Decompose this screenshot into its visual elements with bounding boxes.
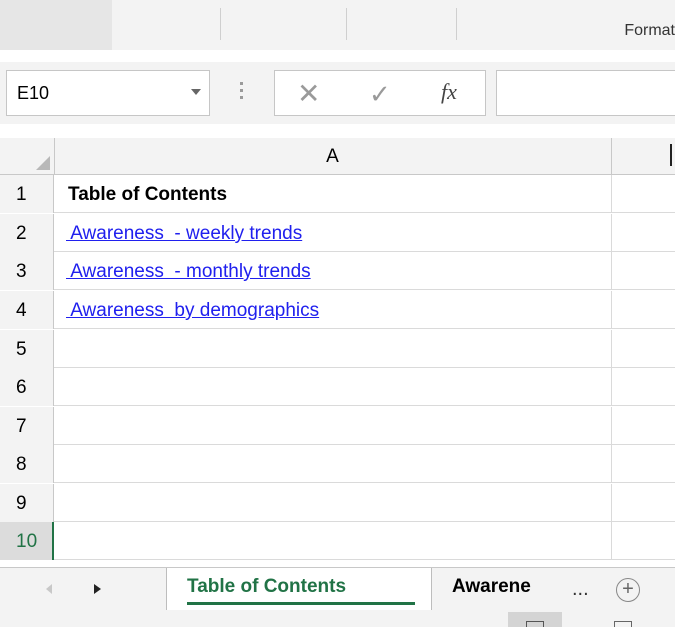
select-all-icon: [36, 156, 50, 170]
page-layout-icon[interactable]: [614, 621, 632, 627]
select-all-button[interactable]: [0, 138, 55, 174]
name-box[interactable]: E10: [6, 70, 210, 116]
cell-a2[interactable]: Awareness - weekly trends: [54, 214, 612, 252]
formula-bar: E10 ✕ ✓ fx: [0, 62, 675, 124]
tab-label: Awarene: [452, 576, 531, 597]
table-row: 3 Awareness - monthly trends: [0, 252, 675, 290]
add-sheet-icon[interactable]: +: [616, 578, 640, 602]
function-icon[interactable]: fx: [441, 79, 457, 105]
ribbon-divider: [220, 8, 221, 40]
cell-a4[interactable]: Awareness by demographics: [54, 291, 612, 329]
formula-actions: ✕ ✓ fx: [274, 70, 486, 116]
ribbon-divider: [456, 8, 457, 40]
ribbon-group[interactable]: [0, 0, 112, 50]
normal-view-button[interactable]: [508, 612, 562, 627]
cell-a3[interactable]: Awareness - monthly trends: [54, 252, 612, 290]
row-header[interactable]: 8: [0, 445, 54, 483]
ribbon: Format: [0, 0, 675, 50]
tab-table-of-contents[interactable]: Table of Contents: [166, 568, 432, 610]
table-row: 6: [0, 368, 675, 406]
link-weekly-trends[interactable]: Awareness - weekly trends: [66, 223, 302, 245]
row-header[interactable]: 4: [0, 291, 54, 329]
link-monthly-trends[interactable]: Awareness - monthly trends: [66, 261, 310, 283]
chevron-down-icon[interactable]: [191, 89, 201, 95]
column-edge: [670, 144, 672, 166]
row-header[interactable]: 1: [0, 175, 54, 213]
table-row: 8: [0, 445, 675, 483]
cell-a7[interactable]: [54, 407, 612, 445]
cell-a8[interactable]: [54, 445, 612, 483]
row-header[interactable]: 2: [0, 214, 54, 252]
row-header[interactable]: 7: [0, 407, 54, 445]
name-box-value: E10: [17, 83, 50, 103]
tab-awareness[interactable]: Awarene: [432, 568, 570, 610]
row-header[interactable]: 5: [0, 330, 54, 368]
cell-a10[interactable]: [54, 522, 612, 560]
link-demographics[interactable]: Awareness by demographics: [66, 300, 319, 322]
row-header[interactable]: 3: [0, 252, 54, 290]
cell-a1[interactable]: Table of Contents: [54, 175, 612, 213]
row-header[interactable]: 9: [0, 484, 54, 522]
scroll-right-icon[interactable]: [94, 584, 101, 594]
toc-title: Table of Contents: [68, 184, 228, 205]
formula-input[interactable]: [496, 70, 675, 116]
table-row: 1 Table of Contents: [0, 175, 675, 213]
table-row: 2 Awareness - weekly trends: [0, 214, 675, 252]
format-menu-label[interactable]: Format: [624, 22, 675, 40]
tab-label: Table of Contents: [187, 576, 347, 597]
table-row: 7: [0, 407, 675, 445]
scroll-left-icon[interactable]: [46, 584, 52, 594]
more-tabs-button[interactable]: ...: [572, 578, 589, 601]
column-header-b[interactable]: [612, 138, 675, 174]
cell-a9[interactable]: [54, 484, 612, 522]
column-header-a[interactable]: A: [54, 138, 612, 174]
cell-a6[interactable]: [54, 368, 612, 406]
status-bar: [0, 612, 675, 627]
table-row: 5: [0, 330, 675, 368]
row-header-active[interactable]: 10: [0, 522, 54, 560]
close-icon[interactable]: ✕: [297, 77, 320, 110]
active-tab-underline: [187, 602, 415, 605]
table-row: 4 Awareness by demographics: [0, 291, 675, 329]
normal-view-icon: [526, 621, 544, 627]
table-row: 9: [0, 484, 675, 522]
column-header-bar: A: [0, 138, 675, 175]
row-header[interactable]: 6: [0, 368, 54, 406]
ribbon-divider: [346, 8, 347, 40]
check-icon[interactable]: ✓: [369, 79, 391, 110]
drag-handle-icon[interactable]: [240, 82, 244, 102]
cell-a5[interactable]: [54, 330, 612, 368]
table-row: 10: [0, 522, 675, 560]
sheet-tab-bar: Table of Contents Awarene ... +: [0, 567, 675, 612]
